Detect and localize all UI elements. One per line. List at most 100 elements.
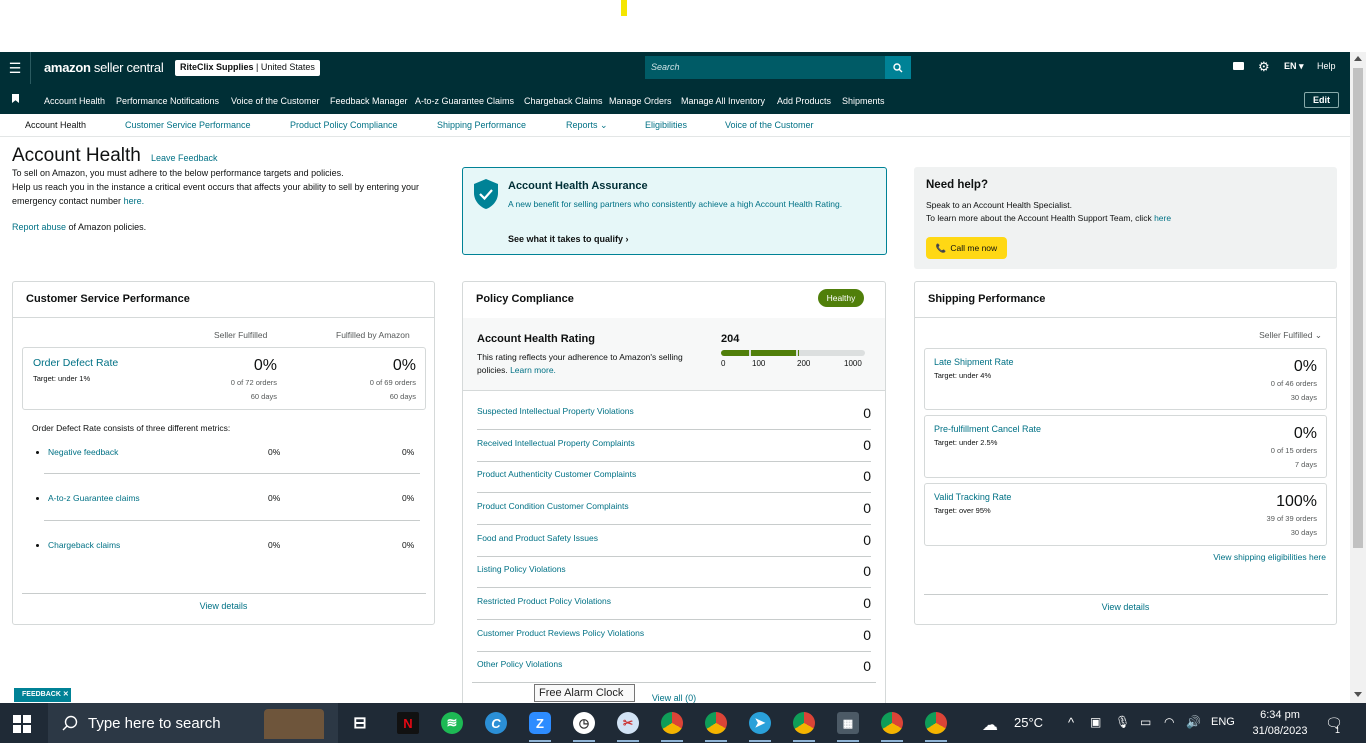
nav-shipments[interactable]: Shipments <box>842 96 885 106</box>
chargeback-claims-link[interactable]: Chargeback claims <box>48 540 120 550</box>
mail-icon[interactable] <box>1233 62 1244 70</box>
notifications-icon[interactable]: 🗨 <box>1325 715 1343 732</box>
call-me-now-button[interactable]: 📞 Call me now <box>926 237 1007 259</box>
tab-product-policy-compliance[interactable]: Product Policy Compliance <box>290 120 398 130</box>
negative-feedback-link[interactable]: Negative feedback <box>48 447 118 457</box>
violation-label[interactable]: Customer Product Reviews Policy Violatio… <box>477 628 644 638</box>
ahr-learn-more-link[interactable]: Learn more. <box>510 365 556 375</box>
violation-label[interactable]: Other Policy Violations <box>477 659 562 669</box>
hamburger-menu-icon[interactable]: ☰ <box>0 52 31 84</box>
chrome-profile-l-icon[interactable] <box>705 712 727 734</box>
view-all-violations-link[interactable]: View all (0) <box>463 693 885 703</box>
page-scrollbar[interactable] <box>1350 52 1366 703</box>
violation-label[interactable]: Food and Product Safety Issues <box>477 533 598 543</box>
netflix-icon[interactable]: N <box>397 712 419 734</box>
weather-cloud-icon[interactable]: ☁ <box>982 715 998 735</box>
chrome-s-active-indicator <box>881 740 903 742</box>
assurance-title: Account Health Assurance <box>508 180 648 192</box>
show-hidden-icons-chevron-icon[interactable]: ^ <box>1068 715 1074 730</box>
feedback-tab-button[interactable]: FEEDBACK ✕ <box>14 688 71 702</box>
alarm-clock-icon[interactable]: ◷ <box>573 712 595 734</box>
language-selector[interactable]: EN ▾ <box>1284 61 1304 72</box>
nav-voice-of-customer[interactable]: Voice of the Customer <box>231 96 320 106</box>
account-health-assurance-banner: Account Health Assurance A new benefit f… <box>462 167 887 255</box>
violation-label[interactable]: Suspected Intellectual Property Violatio… <box>477 406 634 416</box>
bison-image-icon <box>264 709 324 739</box>
calculator-icon[interactable]: ▦ <box>837 712 859 734</box>
emergency-contact-link[interactable]: here. <box>124 196 145 206</box>
search-input[interactable]: Search <box>645 56 885 79</box>
healthy-badge: Healthy <box>818 289 864 307</box>
nav-account-health[interactable]: Account Health <box>44 96 105 106</box>
fulfillment-selector[interactable]: Seller Fulfilled ⌄ <box>1259 330 1322 341</box>
taskbar-search-box[interactable]: Type here to search <box>48 703 338 743</box>
store-selector[interactable]: RiteClix Supplies | United States <box>175 60 320 76</box>
qualify-link[interactable]: See what it takes to qualify › <box>508 234 629 244</box>
canva-icon[interactable]: C <box>485 712 507 734</box>
valid-tracking-rate-link[interactable]: Valid Tracking Rate <box>934 492 1011 502</box>
tab-eligibilities[interactable]: Eligibilities <box>645 120 687 130</box>
shipping-view-details-link[interactable]: View details <box>915 602 1336 612</box>
clock[interactable]: 6:34 pm 31/08/2023 <box>1249 707 1311 739</box>
negative-feedback-sf: 0% <box>268 447 281 457</box>
page-title: Account Health <box>12 145 141 166</box>
shipping-eligibilities-link[interactable]: View shipping eligibilities here <box>1213 552 1326 562</box>
violation-label[interactable]: Product Authenticity Customer Complaints <box>477 469 636 479</box>
violation-label[interactable]: Product Condition Customer Complaints <box>477 501 629 511</box>
order-defect-rate-link[interactable]: Order Defect Rate <box>33 357 118 369</box>
support-team-link[interactable]: here <box>1154 213 1171 223</box>
bookmark-icon[interactable] <box>12 94 19 103</box>
tab-account-health[interactable]: Account Health <box>25 120 86 130</box>
chrome-l-active-indicator <box>705 740 727 742</box>
nav-atoz-claims[interactable]: A-to-z Guarantee Claims <box>415 96 514 106</box>
edit-nav-button[interactable]: Edit <box>1304 92 1339 108</box>
scroll-up-arrow-icon[interactable] <box>1354 56 1362 61</box>
chrome-profile-m-icon[interactable] <box>793 712 815 734</box>
tab-shipping-performance[interactable]: Shipping Performance <box>437 120 526 130</box>
gear-icon[interactable]: ⚙ <box>1258 60 1270 73</box>
search-button[interactable] <box>885 56 911 79</box>
late-shipment-rate-link[interactable]: Late Shipment Rate <box>934 357 1014 367</box>
chrome-profile-s-icon[interactable] <box>881 712 903 734</box>
csp-divider <box>13 317 434 318</box>
meet-now-icon[interactable]: ▣ <box>1090 715 1101 729</box>
tab-customer-service-performance[interactable]: Customer Service Performance <box>125 120 251 130</box>
microphone-icon[interactable]: 🎙 <box>1115 715 1130 729</box>
snip-active-indicator <box>617 740 639 742</box>
input-language-indicator[interactable]: ENG <box>1211 716 1235 728</box>
telegram-icon[interactable]: ➤ <box>749 712 771 734</box>
ahr-tick-1000: 1000 <box>844 359 862 368</box>
tab-reports[interactable]: Reports ⌄ <box>566 120 608 131</box>
cancel-rate-link[interactable]: Pre-fulfillment Cancel Rate <box>934 424 1041 434</box>
scrollbar-thumb[interactable] <box>1353 68 1363 548</box>
volume-icon[interactable]: 🔊 <box>1186 715 1201 729</box>
nav-chargeback-claims[interactable]: Chargeback Claims <box>524 96 603 106</box>
scroll-down-arrow-icon[interactable] <box>1354 692 1362 697</box>
nav-feedback-manager[interactable]: Feedback Manager <box>330 96 408 106</box>
spotify-icon[interactable]: ≋ <box>441 712 463 734</box>
csp-view-details-link[interactable]: View details <box>13 601 434 611</box>
row-divider <box>472 682 876 683</box>
chrome-icon[interactable] <box>661 712 683 734</box>
leave-feedback-link[interactable]: Leave Feedback <box>151 153 218 163</box>
violation-label[interactable]: Received Intellectual Property Complaint… <box>477 438 635 448</box>
help-link[interactable]: Help <box>1317 61 1336 71</box>
atoz-claims-link[interactable]: A-to-z Guarantee claims <box>48 493 140 503</box>
violation-label[interactable]: Restricted Product Policy Violations <box>477 596 611 606</box>
snipping-tool-icon[interactable]: ✂ <box>617 712 639 734</box>
wifi-icon[interactable]: ◠ <box>1164 715 1174 729</box>
nav-performance-notifications[interactable]: Performance Notifications <box>116 96 219 106</box>
task-view-icon[interactable]: ⊟ <box>349 712 371 734</box>
report-abuse-link[interactable]: Report abuse <box>12 222 66 232</box>
battery-icon[interactable]: ▭ <box>1140 715 1151 729</box>
windows-start-icon[interactable] <box>13 715 31 733</box>
seller-central-logo[interactable]: amazon seller central <box>44 60 164 75</box>
weather-temperature[interactable]: 25°C <box>1014 715 1043 730</box>
chrome-profile-r-icon[interactable] <box>925 712 947 734</box>
violation-label[interactable]: Listing Policy Violations <box>477 564 566 574</box>
nav-manage-orders[interactable]: Manage Orders <box>609 96 672 106</box>
nav-add-products[interactable]: Add Products <box>777 96 831 106</box>
zoom-icon[interactable]: Z <box>529 712 551 734</box>
tab-voice-of-customer[interactable]: Voice of the Customer <box>725 120 814 130</box>
nav-manage-inventory[interactable]: Manage All Inventory <box>681 96 765 106</box>
